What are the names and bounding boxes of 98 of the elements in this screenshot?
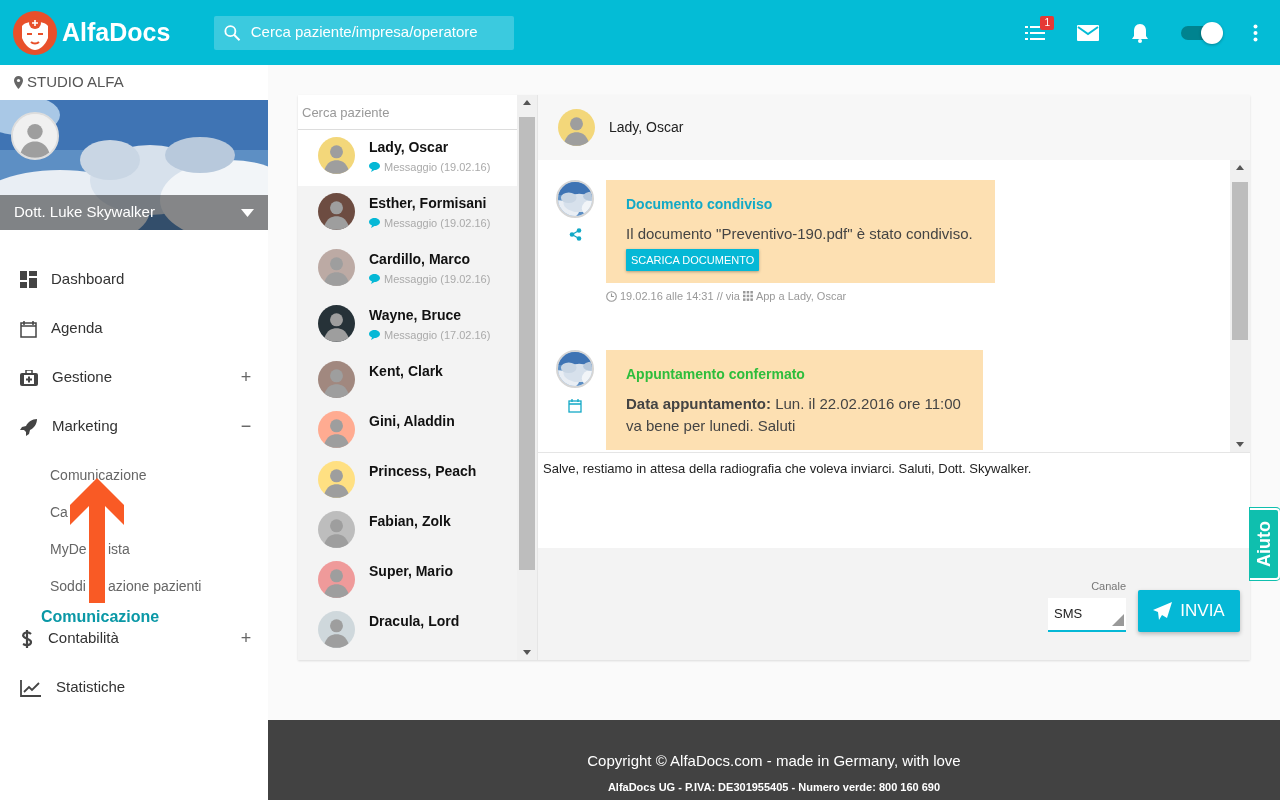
dashboard-icon [20,271,37,288]
scroll-down-icon[interactable] [1236,442,1244,447]
patient-item[interactable]: Princess, Peach [298,454,517,504]
clock-icon [606,290,617,302]
message-meta: Messaggio (17.02.16) [384,328,491,342]
avatar-icon [318,411,355,448]
notification-badge: 1 [1040,15,1054,30]
patient-name: Esther, Formisani [369,195,488,212]
avatar-icon [318,137,355,174]
chat-bubble-icon [369,162,380,172]
collapse-toggle[interactable]: − [238,413,254,440]
location-label: STUDIO ALFA [27,72,124,93]
patient-name: Dracula, Lord [369,613,460,630]
avatar-icon [558,109,595,146]
annotation-label: Comunicazione [41,607,160,627]
scrollbar[interactable] [1230,160,1250,452]
scroll-down-icon[interactable] [523,650,531,655]
dollar-icon [20,628,34,649]
line-chart-icon [20,678,42,697]
submenu-item-text[interactable]: MyDe [50,541,87,557]
patient-name: Kent, Clark [369,363,443,380]
message-text: Data appuntamento: Lun. il 22.02.2016 ore 11:00 [626,393,961,414]
avatar-icon [318,561,355,598]
submenu-item[interactable]: Comunicazione [50,465,147,486]
patient-item[interactable]: Lady, Oscar Messaggio (19.02.16) [298,130,517,186]
patient-item[interactable]: Fabian, Zolk [298,504,517,554]
search-input[interactable]: Cerca paziente/impresa/operatore [248,20,505,45]
chat-bubble-icon [369,330,380,340]
scroll-up-icon[interactable] [1236,165,1244,170]
patient-item[interactable]: Cardillo, Marco Messaggio (19.02.16) [298,242,517,298]
channel-select[interactable]: SMS [1048,598,1126,632]
patient-item[interactable]: Gini, Aladdin [298,404,517,454]
message-meta: Messaggio (19.02.16) [384,216,491,230]
channel-label: Canale [1090,578,1126,594]
expand-toggle[interactable]: + [238,364,254,391]
calendar-icon [20,319,37,338]
apps-grid-icon [742,291,753,302]
message-source: App a Lady, Oscar [755,289,847,304]
scroll-up-icon[interactable] [523,100,531,105]
message-title: Documento condiviso [626,195,774,214]
message-text: va bene per lunedi. Saluti [626,416,797,436]
paper-plane-icon [1153,602,1173,620]
patient-item[interactable]: Esther, Formisani Messaggio (19.02.16) [298,186,517,242]
submenu-item-text[interactable]: Soddi [50,578,86,594]
more-icon[interactable] [1253,23,1258,42]
mail-icon[interactable] [1077,24,1099,41]
bell-icon[interactable] [1131,22,1149,43]
chat-bubble-icon [369,274,380,284]
submenu-item[interactable]: Ca [50,502,68,523]
patient-item[interactable]: Super, Mario [298,554,517,604]
patient-item[interactable]: Kent, Clark [298,354,517,404]
nav-item[interactable]: Statistiche [0,674,268,701]
message-title: Appuntamento confermato [626,364,806,384]
company-info: AlfaDocs UG - P.IVA: DE301955405 - Numero verde: 800 160 690 [606,779,942,795]
expand-toggle[interactable]: + [238,625,254,652]
patient-name: Super, Mario [369,563,454,580]
patient-name: Cardillo, Marco [369,251,472,268]
patient-search-field[interactable]: Cerca paziente [298,95,517,130]
medical-kit-icon [20,369,38,386]
submenu-item-text[interactable]: azione pazienti [108,576,202,597]
scrollbar-thumb[interactable] [1232,182,1248,340]
list-icon[interactable] [1025,25,1045,40]
rocket-icon [20,417,38,436]
avatar-icon [318,361,355,398]
message-meta: Messaggio (19.02.16) [384,272,491,286]
nav-item[interactable]: Contabilità + [0,625,268,652]
location-pin-icon [14,76,23,89]
patient-name: Wayne, Bruce [369,307,463,324]
avatar-icon [318,511,355,548]
copyright-text: Copyright © AlfaDocs.com - made in Germany, with love [586,751,962,771]
chat-bubble-icon [369,218,380,228]
avatar-icon [318,249,355,286]
message-meta: Messaggio (19.02.16) [384,160,491,174]
message-time: 19.02.16 alle 14:31 // via [620,289,740,304]
message-text: Il documento "Preventivo-190.pdf" è stato condiviso. [626,224,973,244]
conversation-title: Lady, Oscar [609,118,684,137]
nav-item[interactable]: Gestione + [0,364,268,391]
nav-item[interactable]: Dashboard [0,266,268,293]
nav-item[interactable]: Agenda [0,315,268,342]
patient-item[interactable]: Wayne, Bruce Messaggio (17.02.16) [298,298,517,354]
search-icon [224,23,241,42]
submenu-item-text[interactable]: ista [108,539,130,560]
avatar-icon [318,193,355,230]
calendar-icon [568,397,582,413]
patient-name: Princess, Peach [369,463,477,480]
nav-item[interactable]: Marketing − [0,413,268,440]
patient-item[interactable]: Dracula, Lord [298,604,517,654]
avatar-icon [318,305,355,342]
scrollbar-thumb[interactable] [519,117,535,570]
patient-name: Lady, Oscar [369,139,450,156]
brand-name: AlfaDocs [62,16,171,48]
avatar-icon [318,611,355,648]
share-icon [568,228,582,241]
search-field[interactable]: Cerca paziente/impresa/operatore [214,15,515,50]
caret-down-icon[interactable] [241,208,254,217]
avatar-icon [318,461,355,498]
patient-name: Gini, Aladdin [369,413,455,430]
patient-name: Fabian, Zolk [369,513,451,530]
